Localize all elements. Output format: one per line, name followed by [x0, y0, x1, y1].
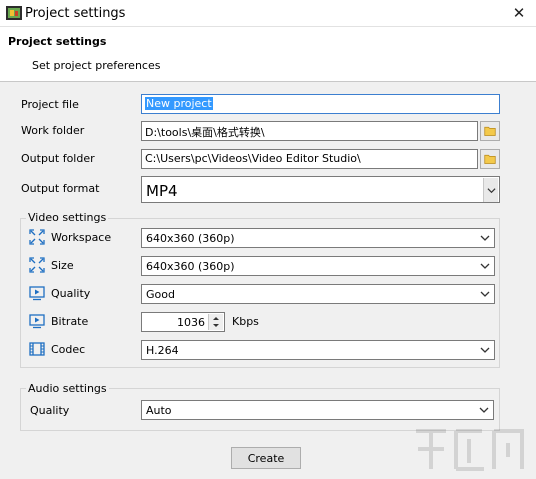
chevron-down-icon: [480, 347, 490, 353]
audio-quality-select[interactable]: Auto: [141, 400, 494, 420]
folder-icon: [484, 154, 496, 164]
monitor-play-icon: [29, 286, 45, 301]
close-button[interactable]: ✕: [505, 2, 533, 24]
quality-label: Quality: [51, 287, 91, 300]
output-folder-value: C:\Users\pc\Videos\Video Editor Studio\: [145, 152, 361, 165]
audio-quality-value: Auto: [146, 404, 172, 417]
app-icon: [6, 6, 22, 20]
chevron-down-icon: [480, 291, 490, 297]
output-format-select[interactable]: MP4: [141, 176, 500, 203]
audio-settings-label: Audio settings: [26, 382, 109, 395]
project-file-label: Project file: [21, 98, 79, 111]
expand-icon: [29, 229, 45, 245]
output-folder-input[interactable]: C:\Users\pc\Videos\Video Editor Studio\: [141, 149, 478, 169]
bitrate-label: Bitrate: [51, 315, 89, 328]
bitrate-spinner[interactable]: 1036: [141, 312, 225, 332]
chevron-down-icon: [479, 407, 489, 413]
project-file-value: New project: [145, 97, 213, 110]
output-format-value: MP4: [146, 182, 178, 200]
size-label: Size: [51, 259, 74, 272]
chevron-down-icon: [483, 178, 498, 202]
size-value: 640x360 (360p): [146, 260, 235, 273]
codec-label: Codec: [51, 343, 86, 356]
work-folder-label: Work folder: [21, 124, 85, 137]
monitor-play-icon: [29, 314, 45, 329]
work-folder-input[interactable]: D:\tools\桌面\格式转换\: [141, 121, 478, 141]
codec-value: H.264: [146, 344, 179, 357]
workspace-select[interactable]: 640x360 (360p): [141, 228, 495, 248]
work-folder-value: D:\tools\桌面\格式转换\: [145, 126, 265, 139]
create-button[interactable]: Create: [231, 447, 301, 469]
chevron-down-icon: [480, 263, 490, 269]
folder-icon: [484, 126, 496, 136]
codec-select[interactable]: H.264: [141, 340, 495, 360]
output-format-label: Output format: [21, 182, 100, 195]
size-select[interactable]: 640x360 (360p): [141, 256, 495, 276]
workspace-label: Workspace: [51, 231, 112, 244]
film-icon: [29, 342, 45, 356]
workspace-value: 640x360 (360p): [146, 232, 235, 245]
chevron-down-icon: [480, 235, 490, 241]
quality-value: Good: [146, 288, 175, 301]
audio-quality-label: Quality: [30, 404, 70, 417]
header-subtitle: Set project preferences: [32, 59, 161, 72]
bitrate-unit: Kbps: [232, 315, 259, 328]
work-folder-browse-button[interactable]: [480, 121, 500, 141]
output-folder-browse-button[interactable]: [480, 149, 500, 169]
create-button-label: Create: [247, 451, 285, 465]
spinner-arrows[interactable]: [208, 314, 223, 330]
up-down-arrows-icon: [213, 317, 219, 327]
watermark-logo: [416, 429, 524, 471]
video-settings-label: Video settings: [26, 211, 109, 224]
header-title: Project settings: [8, 35, 107, 48]
quality-select[interactable]: Good: [141, 284, 495, 304]
window-title: Project settings: [25, 6, 126, 21]
expand-icon: [29, 257, 45, 273]
project-file-input[interactable]: New project: [141, 94, 500, 114]
bitrate-value: 1036: [177, 316, 205, 329]
close-icon: ✕: [512, 4, 526, 22]
output-folder-label: Output folder: [21, 152, 95, 165]
